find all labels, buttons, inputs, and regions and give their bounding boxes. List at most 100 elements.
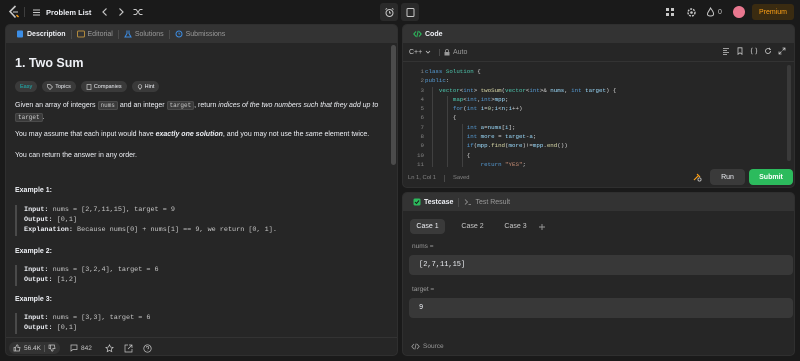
code-line-5: for(int i=0;i<n;i++) (452, 105, 523, 113)
hint-tag[interactable]: Hint (131, 81, 160, 92)
tab-case-3[interactable]: Case 3 (498, 219, 533, 234)
example-output: [0,1] (56, 324, 78, 332)
tab-editorial[interactable]: Editorial (72, 25, 118, 43)
target-input[interactable]: 9 (409, 298, 793, 318)
shuffle-icon[interactable] (132, 6, 144, 18)
code-scrollbar[interactable] (787, 65, 791, 161)
testcase-tabs: Testcase Test Result (403, 193, 794, 211)
example-box: Input: nums = [3,2,4], target = 6 Output… (15, 265, 375, 286)
source-label: Source (423, 343, 444, 350)
tab-solutions[interactable]: Solutions (119, 25, 169, 43)
statement-italic: indices of the two numbers such that the… (218, 102, 379, 109)
line-number: 7 (420, 123, 424, 131)
braces-icon[interactable] (750, 47, 758, 55)
checkbox-icon (413, 198, 421, 206)
save-status: Saved (453, 175, 470, 181)
add-case-button[interactable] (536, 219, 548, 234)
companies-tag[interactable]: Companies (80, 81, 127, 92)
tab-submissions[interactable]: Submissions (170, 25, 231, 43)
avatar[interactable] (733, 6, 745, 18)
example-box: Input: nums = [2,7,11,15], target = 9 Ou… (15, 205, 375, 236)
notes-button[interactable] (401, 3, 419, 21)
language-select[interactable]: C++ (409, 46, 431, 58)
source-button[interactable]: Source (411, 343, 444, 350)
premium-button[interactable]: Premium (752, 4, 794, 20)
chevron-left-icon[interactable] (99, 6, 111, 18)
field-label: target = (412, 286, 435, 293)
line-number: 8 (420, 133, 424, 141)
tab-code-label: Code (425, 30, 443, 38)
inline-code: target (166, 101, 195, 110)
tab-case-2[interactable]: Case 2 (455, 219, 490, 234)
tab-code[interactable]: Code (408, 25, 448, 43)
timer-button[interactable] (380, 3, 398, 21)
top-bar: Problem List 0 Premium (0, 0, 800, 24)
tab-solutions-label: Solutions (134, 30, 164, 38)
statement-text: You may assume that each input would hav… (15, 131, 156, 138)
document-icon (17, 30, 23, 38)
building-icon (86, 83, 92, 90)
hint-label: Hint (144, 83, 155, 90)
statement-text: element twice. (322, 131, 370, 138)
statement-text: , return (194, 102, 219, 109)
line-number: 11 (417, 160, 424, 168)
topics-tag[interactable]: Topics (42, 81, 76, 92)
terminal-icon (465, 199, 472, 205)
output-label: Output: (24, 276, 53, 284)
tab-testcase[interactable]: Testcase (408, 193, 458, 211)
cursor-position: Ln 1, Col 1 (408, 175, 437, 181)
streak-counter[interactable]: 0 (706, 5, 722, 19)
flask-icon (123, 30, 132, 38)
gear-icon[interactable] (684, 5, 698, 19)
book-icon (76, 30, 85, 38)
code-icon (411, 343, 420, 350)
expand-icon[interactable] (778, 47, 786, 55)
reset-icon[interactable] (764, 47, 772, 55)
tab-test-result-label: Test Result (475, 198, 511, 206)
comment-count: 842 (81, 344, 92, 352)
comments-button[interactable]: 842 (70, 344, 92, 352)
comment-icon (70, 344, 78, 352)
inline-code: nums (97, 101, 118, 110)
example-input: nums = [3,2,4], target = 6 (52, 266, 159, 274)
example-input: nums = [3,3], target = 6 (52, 314, 151, 322)
run-button[interactable]: Run (710, 169, 745, 185)
line-number: 10 (417, 151, 424, 159)
share-icon[interactable] (124, 344, 133, 353)
statement-text: . (42, 114, 45, 121)
submit-button[interactable]: Submit (749, 169, 793, 185)
nums-input[interactable]: [2,7,11,15] (409, 255, 793, 275)
like-button[interactable]: 56.4K (9, 342, 60, 354)
bookmark-icon[interactable] (736, 47, 744, 55)
editor-toolbar (722, 47, 786, 55)
companies-label: Companies (93, 83, 122, 90)
format-icon[interactable] (722, 47, 730, 55)
scrollbar[interactable] (391, 45, 396, 165)
statement-italic: same (305, 131, 323, 138)
debug-icon[interactable] (692, 172, 702, 182)
chevron-right-icon[interactable] (115, 6, 127, 18)
leetcode-logo-icon[interactable] (7, 5, 21, 19)
example-box: Input: nums = [3,3], target = 6 Output: … (15, 313, 375, 334)
code-editor[interactable]: class Solution { public: vector<int> two… (425, 67, 616, 167)
help-icon[interactable] (143, 343, 152, 353)
tab-submissions-label: Submissions (185, 30, 226, 38)
divider (439, 49, 440, 56)
line-number: 4 (420, 95, 424, 103)
tab-description[interactable]: Description (11, 25, 71, 43)
tab-test-result[interactable]: Test Result (459, 193, 515, 211)
tab-testcase-label: Testcase (424, 198, 454, 206)
problem-list-button[interactable]: Problem List (32, 5, 91, 19)
code-line-4: map<int,int>mpp; (452, 95, 509, 103)
auto-mode[interactable]: Auto (444, 46, 467, 58)
plus-icon (539, 223, 545, 230)
line-number: 6 (420, 114, 424, 122)
output-label: Output: (24, 324, 53, 332)
tab-case-1[interactable]: Case 1 (410, 219, 445, 234)
auto-label: Auto (453, 48, 468, 56)
line-numbers: 1 2 3 4 5 6 7 8 9 10 11 (400, 67, 424, 169)
grid-layout-icon[interactable] (663, 5, 677, 19)
code-line-8: int more = target-a; (466, 133, 537, 141)
tag-icon (47, 83, 54, 90)
star-icon[interactable] (104, 343, 114, 353)
